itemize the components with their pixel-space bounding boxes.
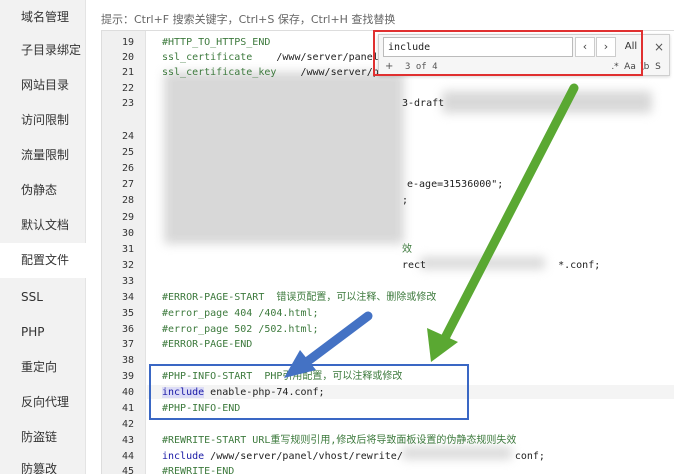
annotation-blue-box xyxy=(149,364,469,420)
code-line: 3-draft xyxy=(402,98,445,109)
line-number: 26 xyxy=(121,163,134,174)
sidebar-item-default-doc[interactable]: 默认文档 xyxy=(0,208,86,243)
line-number: 31 xyxy=(121,244,134,255)
code-line: #HTTP_TO_HTTPS_END xyxy=(162,37,271,48)
line-number: 36 xyxy=(121,324,134,335)
line-number: 34 xyxy=(121,292,134,303)
code-token: ssl_certificate_key xyxy=(162,67,277,78)
annotation-red-box xyxy=(373,30,643,76)
in-selection-toggle[interactable]: S xyxy=(652,60,664,74)
code-line: 效 xyxy=(402,244,412,255)
line-number: 29 xyxy=(121,212,134,223)
redacted-block xyxy=(442,91,652,113)
line-number: 27 xyxy=(121,179,134,190)
code-line: #REWRITE-START URL重写规则引用,修改后将导致面板设置的伪静态规… xyxy=(162,435,517,446)
line-number: 35 xyxy=(121,308,134,319)
code-token: /www/server/panel/ xyxy=(252,52,385,63)
code-line: e-age=31536000"; xyxy=(407,179,504,190)
sidebar: 域名管理 子目录绑定 网站目录 访问限制 流量限制 伪静态 默认文档 配置文件 … xyxy=(0,0,86,474)
code-line: ssl_certificate_key /www/server/pa xyxy=(162,66,385,80)
line-number: 23 xyxy=(121,98,134,109)
line-number: 44 xyxy=(121,451,134,462)
search-close-button[interactable]: × xyxy=(651,39,667,55)
sidebar-item-ssl[interactable]: SSL xyxy=(0,280,86,315)
sidebar-item-rewrite[interactable]: 伪静态 xyxy=(0,173,86,208)
line-number: 28 xyxy=(121,195,134,206)
sidebar-item-redirect[interactable]: 重定向 xyxy=(0,350,86,385)
code-token: *.conf; xyxy=(558,260,601,271)
code-token: /www/server/panel/vhost/rewrite/ xyxy=(204,451,403,462)
line-number: 40 xyxy=(121,387,134,398)
close-icon: × xyxy=(653,40,665,54)
shortcut-hint: 提示：Ctrl+F 搜索关键字，Ctrl+S 保存，Ctrl+H 查找替换 xyxy=(101,13,396,26)
sidebar-item-hotlink[interactable]: 防盗链 xyxy=(0,420,86,455)
line-number: 24 xyxy=(121,131,134,142)
line-number: 19 xyxy=(121,37,134,48)
code-line: rect *.conf; xyxy=(402,259,600,273)
code-line: ssl_certificate /www/server/panel/ xyxy=(162,51,385,65)
line-number: 37 xyxy=(121,339,134,350)
line-number: 22 xyxy=(121,83,134,94)
sidebar-item-access-limit[interactable]: 访问限制 xyxy=(0,103,86,138)
code-line: #error_page 404 /404.html; xyxy=(162,308,319,319)
line-number: 32 xyxy=(121,260,134,271)
sidebar-item-tamper[interactable]: 防篡改 xyxy=(0,452,86,474)
line-number: 20 xyxy=(121,52,134,63)
line-number: 42 xyxy=(121,419,134,430)
sidebar-item-reverse-proxy[interactable]: 反向代理 xyxy=(0,385,86,420)
code-line: #ERROR-PAGE-START 错误页配置，可以注释、删除或修改 xyxy=(162,292,437,303)
code-line: #ERROR-PAGE-END xyxy=(162,339,253,350)
line-number: 30 xyxy=(121,228,134,239)
sidebar-item-config-file[interactable]: 配置文件 xyxy=(0,243,86,278)
code-line: ; xyxy=(402,195,409,206)
code-token: rect xyxy=(402,260,427,271)
code-token: /www/server/pa xyxy=(276,67,385,78)
redacted-block xyxy=(164,72,404,244)
line-number: 21 xyxy=(121,67,134,78)
line-number: 43 xyxy=(121,435,134,446)
line-number: 45 xyxy=(121,466,134,474)
code-line: include /www/server/panel/vhost/rewrite/… xyxy=(162,450,545,464)
sidebar-item-subdir-binding[interactable]: 子目录绑定 xyxy=(0,33,86,68)
line-number: 41 xyxy=(121,403,134,414)
line-number: 25 xyxy=(121,147,134,158)
code-token: conf; xyxy=(514,451,545,462)
line-number: 33 xyxy=(121,276,134,287)
code-line: #REWRITE-END xyxy=(162,466,235,474)
sidebar-item-domain[interactable]: 域名管理 xyxy=(0,0,86,35)
sidebar-item-php[interactable]: PHP xyxy=(0,315,86,350)
line-number: 38 xyxy=(121,355,134,366)
sidebar-item-traffic-limit[interactable]: 流量限制 xyxy=(0,138,86,173)
line-number: 39 xyxy=(121,371,134,382)
code-token: ssl_certificate xyxy=(162,52,253,63)
sidebar-item-site-dir[interactable]: 网站目录 xyxy=(0,68,86,103)
code-keyword: include xyxy=(162,451,205,462)
code-line: #error_page 502 /502.html; xyxy=(162,324,319,335)
